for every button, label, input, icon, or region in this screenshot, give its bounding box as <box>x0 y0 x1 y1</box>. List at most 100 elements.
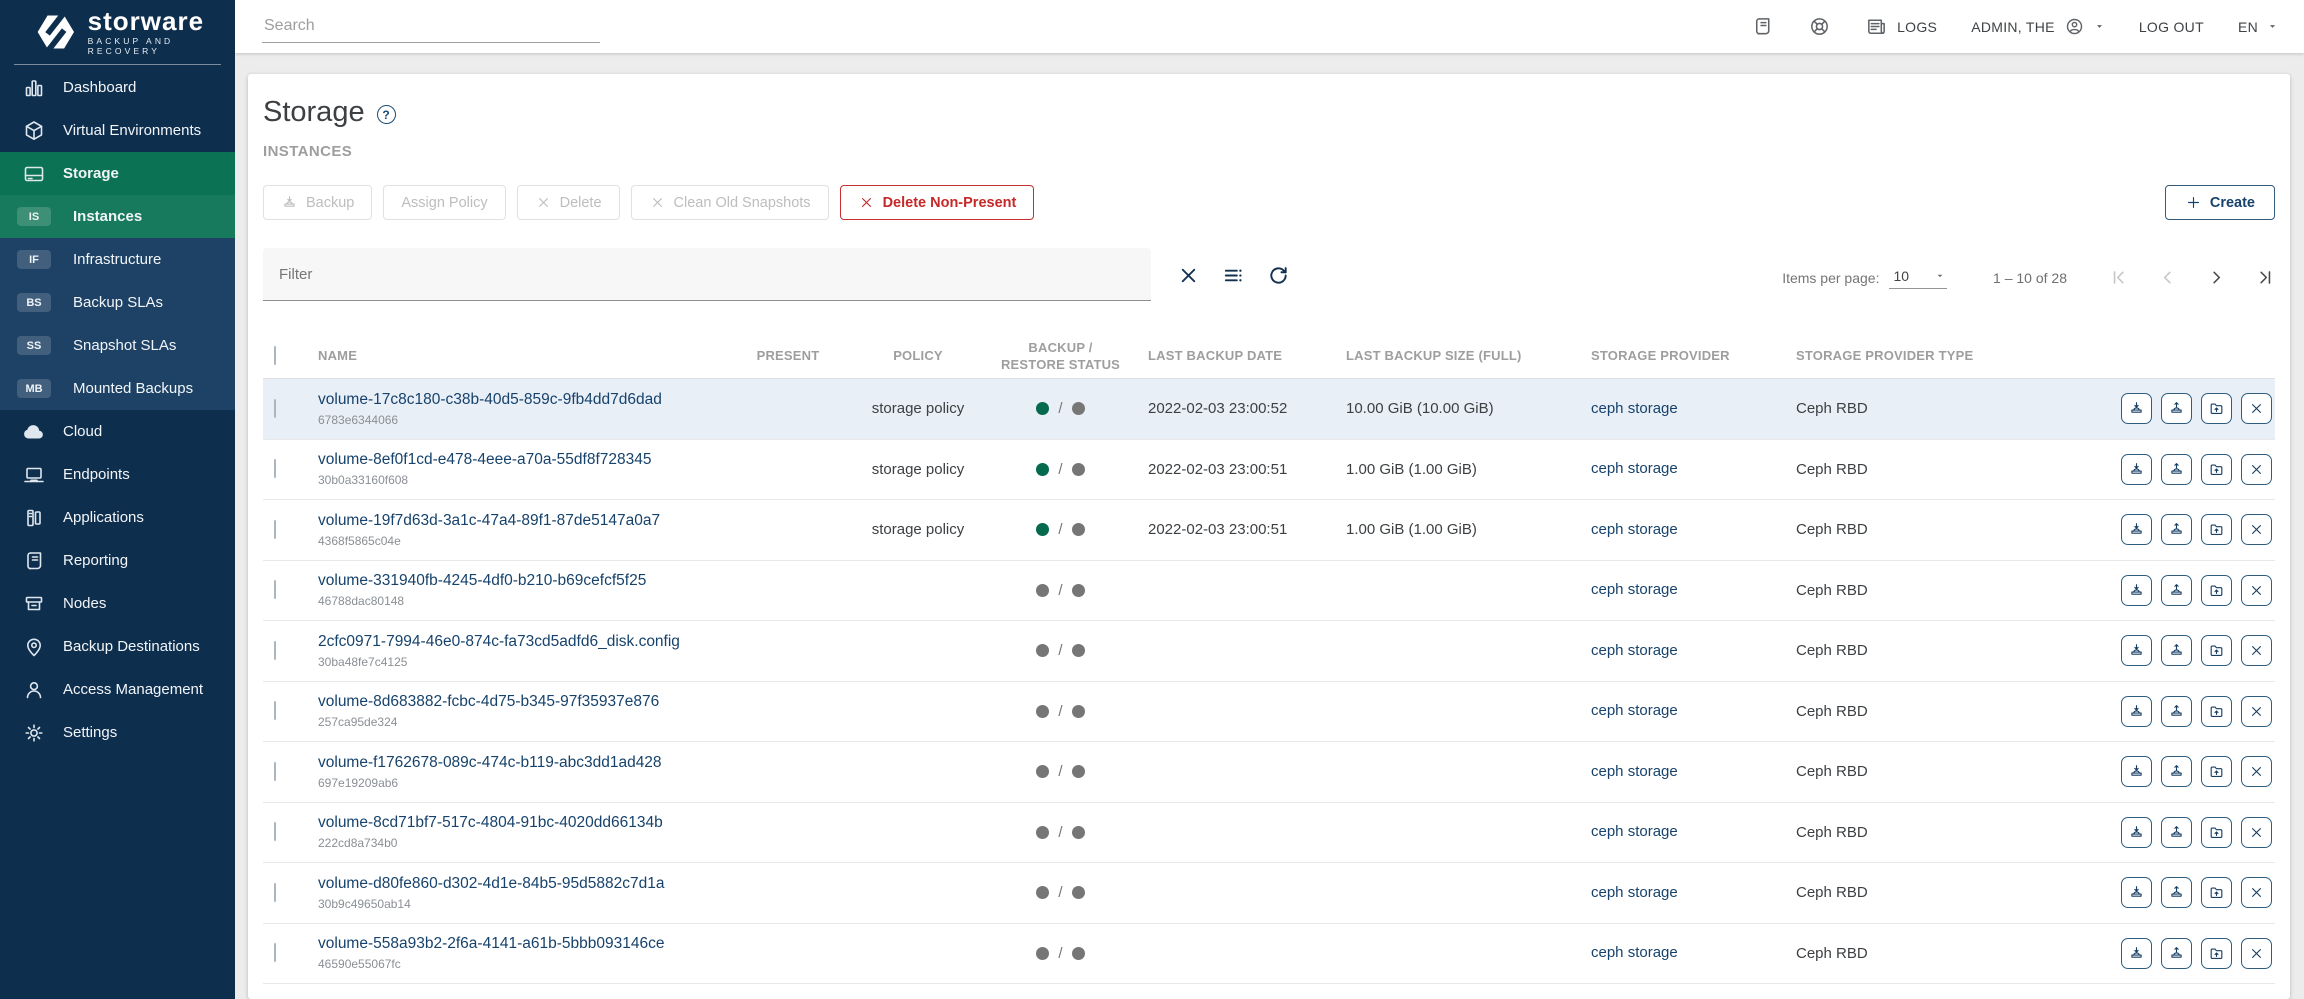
refresh-icon[interactable] <box>1267 264 1290 287</box>
sidebar-item-access-management[interactable]: Access Management <box>0 668 235 711</box>
row-restore-button[interactable] <box>2161 514 2192 545</box>
row-backup-button[interactable] <box>2121 635 2152 666</box>
row-delete-button[interactable] <box>2241 514 2272 545</box>
sidebar-item-infrastructure[interactable]: IFInfrastructure <box>0 238 235 281</box>
sidebar-item-settings[interactable]: Settings <box>0 711 235 754</box>
row-restore-button[interactable] <box>2161 454 2192 485</box>
row-backup-button[interactable] <box>2121 575 2152 606</box>
row-mount-button[interactable] <box>2201 877 2232 908</box>
clear-filter-icon[interactable] <box>1177 264 1200 287</box>
sidebar-item-nodes[interactable]: Nodes <box>0 582 235 625</box>
backup-button[interactable]: Backup <box>263 185 372 220</box>
row-restore-button[interactable] <box>2161 938 2192 969</box>
sidebar-item-dashboard[interactable]: Dashboard <box>0 66 235 109</box>
row-checkbox[interactable] <box>274 520 276 539</box>
row-delete-button[interactable] <box>2241 877 2272 908</box>
instance-name-link[interactable]: volume-331940fb-4245-4df0-b210-b69cefcf5… <box>318 572 646 590</box>
row-backup-button[interactable] <box>2121 877 2152 908</box>
instance-name-link[interactable]: 2cfc0971-7994-46e0-874c-fa73cd5adfd6_dis… <box>318 633 680 651</box>
row-mount-button[interactable] <box>2201 938 2232 969</box>
select-all-checkbox[interactable] <box>274 346 276 365</box>
row-backup-button[interactable] <box>2121 696 2152 727</box>
row-delete-button[interactable] <box>2241 938 2272 969</box>
sidebar-item-applications[interactable]: Applications <box>0 496 235 539</box>
next-page-button[interactable] <box>2207 268 2226 287</box>
row-delete-button[interactable] <box>2241 696 2272 727</box>
row-mount-button[interactable] <box>2201 635 2232 666</box>
row-backup-button[interactable] <box>2121 756 2152 787</box>
row-checkbox[interactable] <box>274 459 276 478</box>
report-scroll-icon[interactable] <box>1751 15 1774 38</box>
sidebar-item-storage[interactable]: Storage <box>0 152 235 195</box>
help-lifebuoy-icon[interactable] <box>1808 15 1831 38</box>
delete-non-present-button[interactable]: Delete Non-Present <box>840 185 1035 220</box>
sidebar-item-backup-slas[interactable]: BSBackup SLAs <box>0 281 235 324</box>
last-page-button[interactable] <box>2256 268 2275 287</box>
row-restore-button[interactable] <box>2161 635 2192 666</box>
row-checkbox[interactable] <box>274 641 276 660</box>
logs-button[interactable]: LOGS <box>1865 15 1937 38</box>
row-restore-button[interactable] <box>2161 817 2192 848</box>
row-backup-button[interactable] <box>2121 817 2152 848</box>
page-help-icon[interactable]: ? <box>377 105 396 124</box>
instance-name-link[interactable]: volume-8ef0f1cd-e478-4eee-a70a-55df8f728… <box>318 451 652 469</box>
delete-button[interactable]: Delete <box>517 185 620 220</box>
sidebar-item-virtual-environments[interactable]: Virtual Environments <box>0 109 235 152</box>
instance-name-link[interactable]: volume-8cd71bf7-517c-4804-91bc-4020dd661… <box>318 814 663 832</box>
row-restore-button[interactable] <box>2161 393 2192 424</box>
clean-old-snapshots-button[interactable]: Clean Old Snapshots <box>631 185 829 220</box>
row-checkbox[interactable] <box>274 762 276 781</box>
storage-provider-link[interactable]: ceph storage <box>1591 400 1678 417</box>
assign-policy-button[interactable]: Assign Policy <box>383 185 505 220</box>
sidebar-item-snapshot-slas[interactable]: SSSnapshot SLAs <box>0 324 235 367</box>
filter-input[interactable] <box>263 266 1151 283</box>
row-restore-button[interactable] <box>2161 756 2192 787</box>
storage-provider-link[interactable]: ceph storage <box>1591 642 1678 659</box>
row-backup-button[interactable] <box>2121 938 2152 969</box>
instance-name-link[interactable]: volume-8d683882-fcbc-4d75-b345-97f35937e… <box>318 693 659 711</box>
row-delete-button[interactable] <box>2241 393 2272 424</box>
sidebar-item-cloud[interactable]: Cloud <box>0 410 235 453</box>
row-delete-button[interactable] <box>2241 635 2272 666</box>
sidebar-item-reporting[interactable]: Reporting <box>0 539 235 582</box>
storage-provider-link[interactable]: ceph storage <box>1591 944 1678 961</box>
storage-provider-link[interactable]: ceph storage <box>1591 884 1678 901</box>
row-mount-button[interactable] <box>2201 575 2232 606</box>
instance-name-link[interactable]: volume-17c8c180-c38b-40d5-859c-9fb4dd7d6… <box>318 391 662 409</box>
instance-name-link[interactable]: volume-f1762678-089c-474c-b119-abc3dd1ad… <box>318 754 662 772</box>
storage-provider-link[interactable]: ceph storage <box>1591 763 1678 780</box>
columns-list-icon[interactable] <box>1222 264 1245 287</box>
first-page-button[interactable] <box>2109 268 2128 287</box>
logout-button[interactable]: LOG OUT <box>2139 19 2204 35</box>
row-checkbox[interactable] <box>274 943 276 962</box>
user-menu[interactable]: ADMIN, THE <box>1971 16 2105 37</box>
row-checkbox[interactable] <box>274 822 276 841</box>
instance-name-link[interactable]: volume-d80fe860-d302-4d1e-84b5-95d5882c7… <box>318 875 664 893</box>
row-delete-button[interactable] <box>2241 817 2272 848</box>
row-delete-button[interactable] <box>2241 454 2272 485</box>
search-input[interactable] <box>262 11 600 43</box>
row-delete-button[interactable] <box>2241 756 2272 787</box>
row-backup-button[interactable] <box>2121 454 2152 485</box>
row-checkbox[interactable] <box>274 580 276 599</box>
row-checkbox[interactable] <box>274 399 276 418</box>
storage-provider-link[interactable]: ceph storage <box>1591 581 1678 598</box>
row-backup-button[interactable] <box>2121 393 2152 424</box>
sidebar-item-instances[interactable]: ISInstances <box>0 195 235 238</box>
create-button[interactable]: Create <box>2165 185 2275 220</box>
sidebar-item-backup-destinations[interactable]: Backup Destinations <box>0 625 235 668</box>
row-checkbox[interactable] <box>274 701 276 720</box>
row-checkbox[interactable] <box>274 883 276 902</box>
row-restore-button[interactable] <box>2161 575 2192 606</box>
storage-provider-link[interactable]: ceph storage <box>1591 521 1678 538</box>
row-mount-button[interactable] <box>2201 514 2232 545</box>
language-menu[interactable]: EN <box>2238 19 2278 35</box>
storage-provider-link[interactable]: ceph storage <box>1591 702 1678 719</box>
storage-provider-link[interactable]: ceph storage <box>1591 460 1678 477</box>
row-restore-button[interactable] <box>2161 696 2192 727</box>
sidebar-item-endpoints[interactable]: Endpoints <box>0 453 235 496</box>
sidebar-item-mounted-backups[interactable]: MBMounted Backups <box>0 367 235 410</box>
instance-name-link[interactable]: volume-19f7d63d-3a1c-47a4-89f1-87de5147a… <box>318 512 660 530</box>
items-per-page-select[interactable]: 10 <box>1889 266 1947 289</box>
row-mount-button[interactable] <box>2201 393 2232 424</box>
